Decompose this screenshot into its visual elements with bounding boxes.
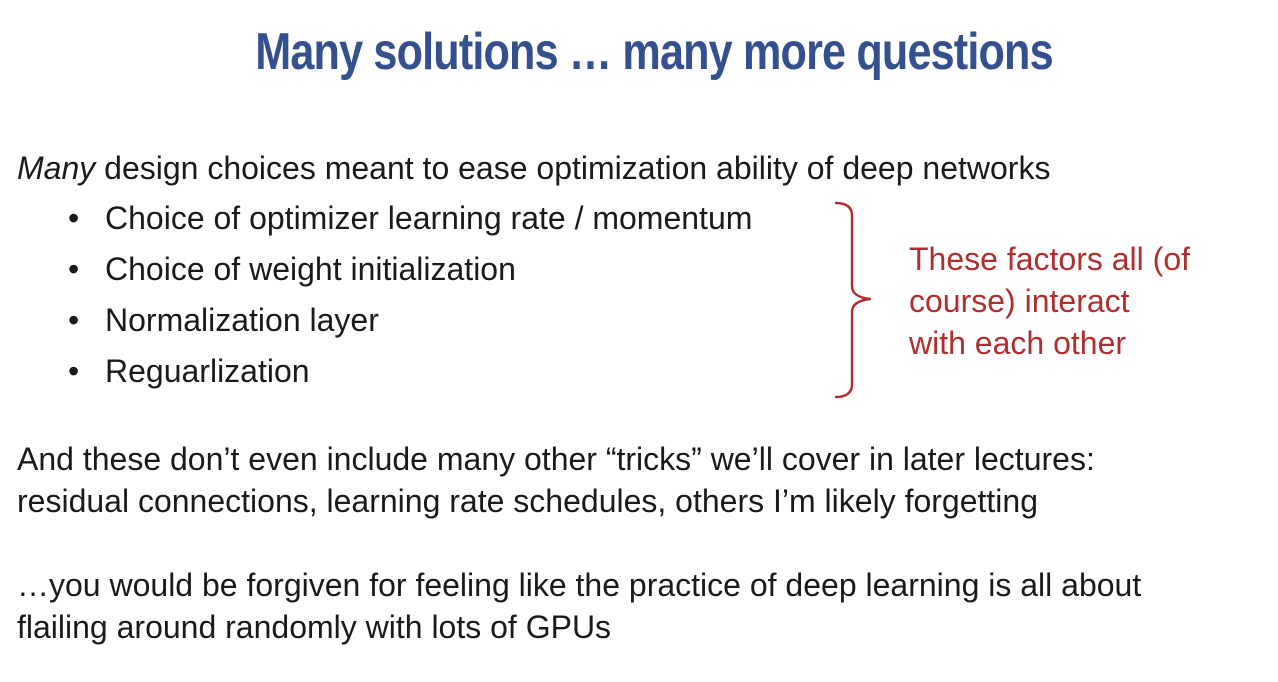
annotation-line: with each other [909,325,1127,361]
bullet-text: Choice of optimizer learning rate / mome… [105,200,753,236]
bullet-icon: • [68,200,80,236]
bullet-icon: • [68,251,80,287]
annotation-line: These factors all (of [909,241,1190,277]
paragraph-line: And these don’t even include many other … [17,441,1095,477]
bullet-icon: • [68,353,80,389]
tricks-paragraph: And these don’t even include many other … [17,438,1095,522]
right-brace-icon [834,201,872,399]
bullet-text: Normalization layer [105,302,379,338]
annotation-note: These factors all (of course) interact w… [909,238,1249,364]
bullet-icon: • [68,302,80,338]
paragraph-line: …you would be forgiven for feeling like … [17,567,1142,603]
paragraph-line: residual connections, learning rate sche… [17,483,1038,519]
annotation-line: course) interact [909,283,1130,319]
bullet-text: Reguarlization [105,353,310,389]
intro-sentence: Many design choices meant to ease optimi… [17,146,1050,190]
bullet-text: Choice of weight initialization [105,251,516,287]
paragraph-line: flailing around randomly with lots of GP… [17,609,612,645]
closing-paragraph: …you would be forgiven for feeling like … [17,564,1141,648]
intro-emphasis: Many [17,150,96,186]
intro-text: design choices meant to ease optimizatio… [95,150,1051,186]
slide-title: Many solutions … many more questions [255,23,1053,81]
